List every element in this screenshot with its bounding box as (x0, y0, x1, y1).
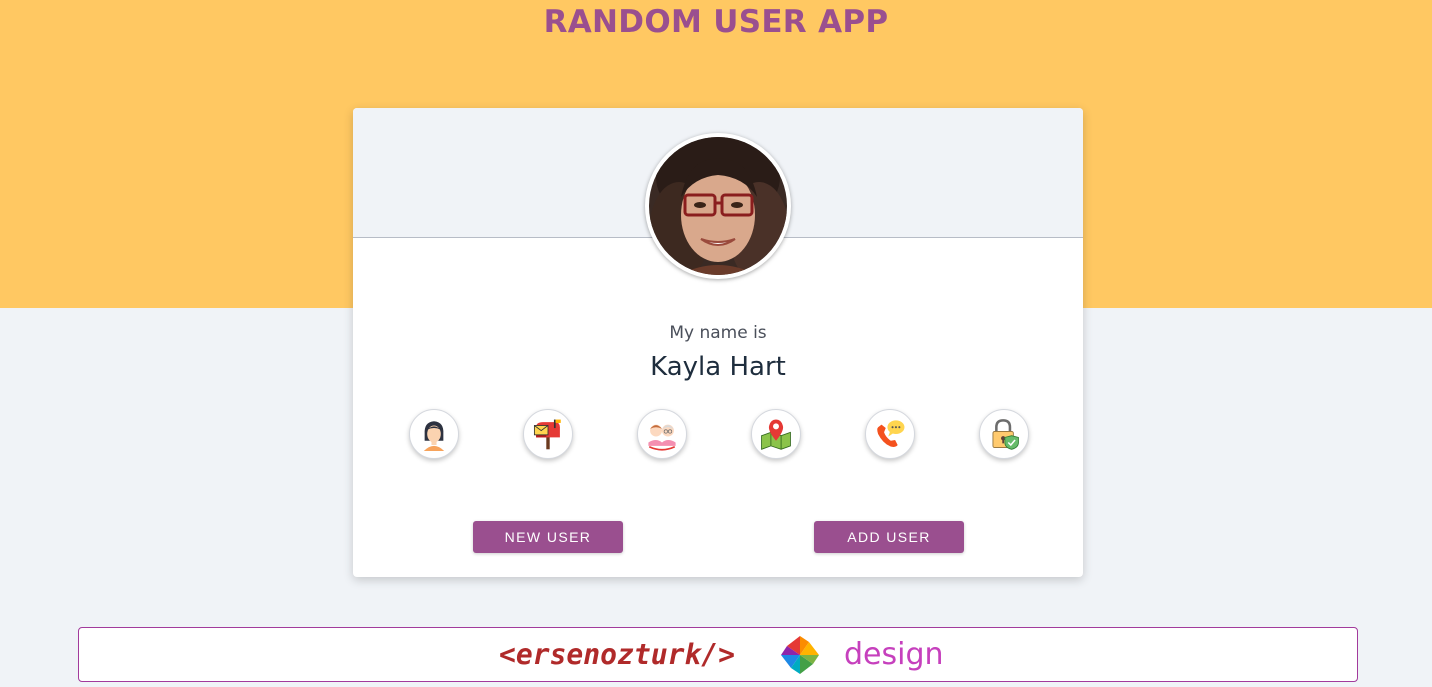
user-name: Kayla Hart (650, 352, 786, 382)
intro-label: My name is (669, 323, 767, 343)
app-title: RANDOM USER APP (543, 4, 889, 40)
phone-info-button[interactable] (865, 409, 915, 459)
mailbox-icon (533, 419, 561, 450)
grandparents-icon (648, 424, 676, 451)
footer-signature: <ersenozturk/> design (78, 627, 1358, 682)
footer-tag: <ersenozturk/> (499, 638, 736, 671)
name-info-button[interactable] (409, 409, 459, 459)
user-avatar (645, 133, 791, 279)
new-user-button[interactable]: NEW USER (473, 521, 623, 553)
user-card: My name is Kayla Hart NEW USER ADD USER (353, 108, 1083, 577)
phone-chat-icon (877, 420, 905, 447)
woman-avatar-icon (423, 421, 445, 451)
location-info-button[interactable] (751, 409, 801, 459)
password-info-button[interactable] (979, 409, 1029, 459)
info-icon-row (409, 409, 1029, 461)
age-info-button[interactable] (637, 409, 687, 459)
map-pin-icon (761, 419, 791, 450)
padlock-shield-icon (992, 419, 1019, 450)
user-photo (649, 137, 787, 275)
email-info-button[interactable] (523, 409, 573, 459)
add-user-button[interactable]: ADD USER (814, 521, 964, 553)
footer-word: design (844, 637, 944, 672)
pinwheel-logo (781, 636, 819, 674)
